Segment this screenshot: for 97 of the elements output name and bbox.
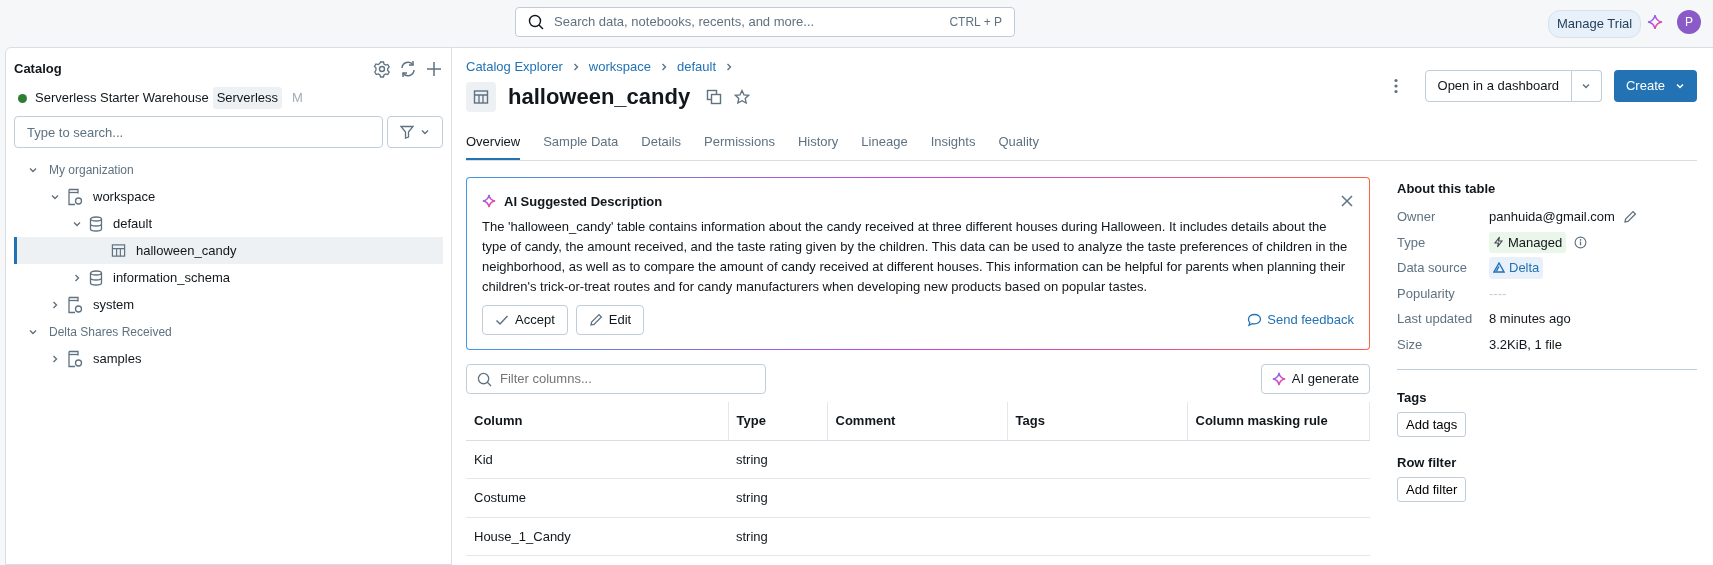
breadcrumb-link[interactable]: workspace (588, 57, 651, 77)
page-title: halloween_candy (508, 83, 691, 111)
search-field[interactable]: Type to search... (14, 116, 383, 148)
chat-icon (1247, 313, 1263, 327)
tree-item[interactable]: system (14, 291, 443, 318)
check-icon (495, 313, 509, 327)
property-value: 3.2KiB, 1 file (1489, 335, 1562, 354)
filter-icon (400, 125, 414, 139)
info-icon[interactable] (1574, 235, 1588, 249)
filter-bar[interactable]: Filter columns... (466, 364, 766, 394)
property-value: ---- (1489, 284, 1507, 303)
section-title: Row filter (1397, 454, 1458, 472)
star-icon[interactable] (734, 89, 751, 105)
chevron-down-icon (420, 127, 430, 137)
accept-button[interactable]: Accept (482, 305, 568, 335)
warehouse-size: M (292, 89, 303, 108)
sparkle-icon (1271, 372, 1286, 386)
add-icon[interactable] (425, 60, 443, 78)
property-label: Data source (1397, 259, 1469, 277)
filter-dropdown[interactable] (387, 116, 443, 148)
create-button[interactable]: Create (1613, 70, 1697, 102)
send-feedback-link[interactable]: Send feedback (1247, 310, 1354, 330)
tree-item[interactable]: workspace (14, 183, 443, 210)
tree-item[interactable]: information_schema (14, 264, 443, 291)
column-header: Tags (1007, 402, 1187, 440)
description-text: The 'halloween_candy' table contains information about the candy received at three different houses during Halloween. It includes details about the type of candy, the amount received, and the taste rating given by the children. This data can be used to analyze the taste preferences of children in the neighborhood, as well as to compare the amount of candy received at different houses. This information can be helpful for parents when planning their children's trick-or-treat routes and for candy manufacturers when developing new products based on popular tastes. (482, 218, 1349, 296)
table-cell: Costume (474, 490, 527, 505)
catalog-icon (67, 349, 83, 368)
more-icon[interactable] (1392, 78, 1399, 94)
table-cell: House_1_Candy (474, 528, 571, 544)
sparkle-icon[interactable] (1647, 14, 1663, 30)
search-bar[interactable]: Search data, notebooks, recents, and more... CTRL + P (515, 7, 1015, 37)
database-icon (89, 269, 103, 286)
sparkle-icon (482, 194, 496, 209)
user-avatar[interactable]: P (1677, 10, 1701, 34)
catalog-icon (67, 295, 83, 314)
property-label: Type (1397, 233, 1427, 252)
property-label: Size (1397, 335, 1424, 354)
warehouse-name[interactable]: Serverless Starter Warehouse (35, 88, 209, 108)
tab[interactable]: Insights (930, 128, 976, 160)
chevron-down-icon (1581, 81, 1592, 91)
catalog-icon (67, 187, 83, 206)
tree-item[interactable]: default (14, 210, 443, 237)
table-cell: Kid (474, 451, 493, 467)
database-icon (89, 215, 103, 232)
section-title: Tags (1397, 389, 1428, 407)
column-header: Column (466, 402, 728, 440)
section-title: About this table (1397, 179, 1497, 198)
property-label: Popularity (1397, 284, 1456, 303)
add-tags-button[interactable]: Add tags (1397, 411, 1467, 437)
tab[interactable]: History (797, 128, 839, 160)
breadcrumb-link[interactable]: default (676, 57, 716, 77)
pencil-icon[interactable] (1622, 209, 1637, 224)
table-cell: string (736, 451, 768, 467)
property-value: 8 minutes ago (1489, 310, 1571, 328)
owner-value: panhuida@gmail.com (1489, 208, 1615, 226)
open-in-dashboard-button[interactable]: Open in a dashboard (1424, 70, 1572, 102)
chevron-down-icon (1675, 81, 1685, 91)
table-icon (111, 243, 126, 258)
tree-group-header[interactable]: My organization (14, 156, 443, 183)
property-label: Last updated (1397, 310, 1474, 328)
breadcrumb-link[interactable]: Catalog Explorer (466, 57, 563, 77)
search-icon (477, 371, 492, 387)
edit-button[interactable]: Edit (575, 305, 645, 335)
card-title: AI Suggested Description (504, 192, 663, 211)
property-label: Owner (1397, 208, 1437, 226)
column-header: Type (728, 402, 827, 440)
column-header: Column masking rule (1187, 402, 1370, 440)
tab[interactable]: Lineage (861, 128, 908, 160)
managed-badge: Managed (1489, 231, 1567, 253)
table-cell: string (736, 528, 768, 544)
manage-trial-button[interactable]: Manage Trial (1548, 10, 1642, 38)
tree-item[interactable]: halloween_candy (14, 237, 443, 264)
refresh-icon[interactable] (399, 60, 417, 78)
chevron-right-icon (724, 62, 734, 72)
pencil-icon (588, 313, 603, 327)
add-filter-button[interactable]: Add filter (1397, 476, 1467, 502)
table-icon (466, 82, 496, 112)
tab[interactable]: Quality (998, 128, 1039, 160)
tree-item[interactable]: samples (14, 345, 443, 372)
tab[interactable]: Sample Data (543, 128, 619, 160)
warehouse-type-tag: Serverless (212, 87, 283, 109)
close-icon[interactable] (1340, 194, 1354, 209)
copy-icon[interactable] (706, 89, 723, 105)
tree-group-header[interactable]: Delta Shares Received (14, 318, 443, 345)
table-cell: string (736, 490, 768, 505)
search-icon (528, 14, 544, 30)
tab[interactable]: Overview (466, 128, 521, 160)
sidebar-title: Catalog (14, 60, 62, 79)
tab[interactable]: Details (641, 128, 682, 160)
ai-generate-button[interactable]: AI generate (1260, 364, 1370, 394)
search-field[interactable]: Search data, notebooks, recents, and more... (552, 11, 942, 33)
column-header: Comment (827, 402, 1007, 440)
settings-icon[interactable] (373, 60, 391, 78)
tab[interactable]: Permissions (704, 128, 775, 160)
delta-badge: Delta (1489, 257, 1544, 279)
shortcut-hint: CTRL + P (949, 14, 1002, 31)
